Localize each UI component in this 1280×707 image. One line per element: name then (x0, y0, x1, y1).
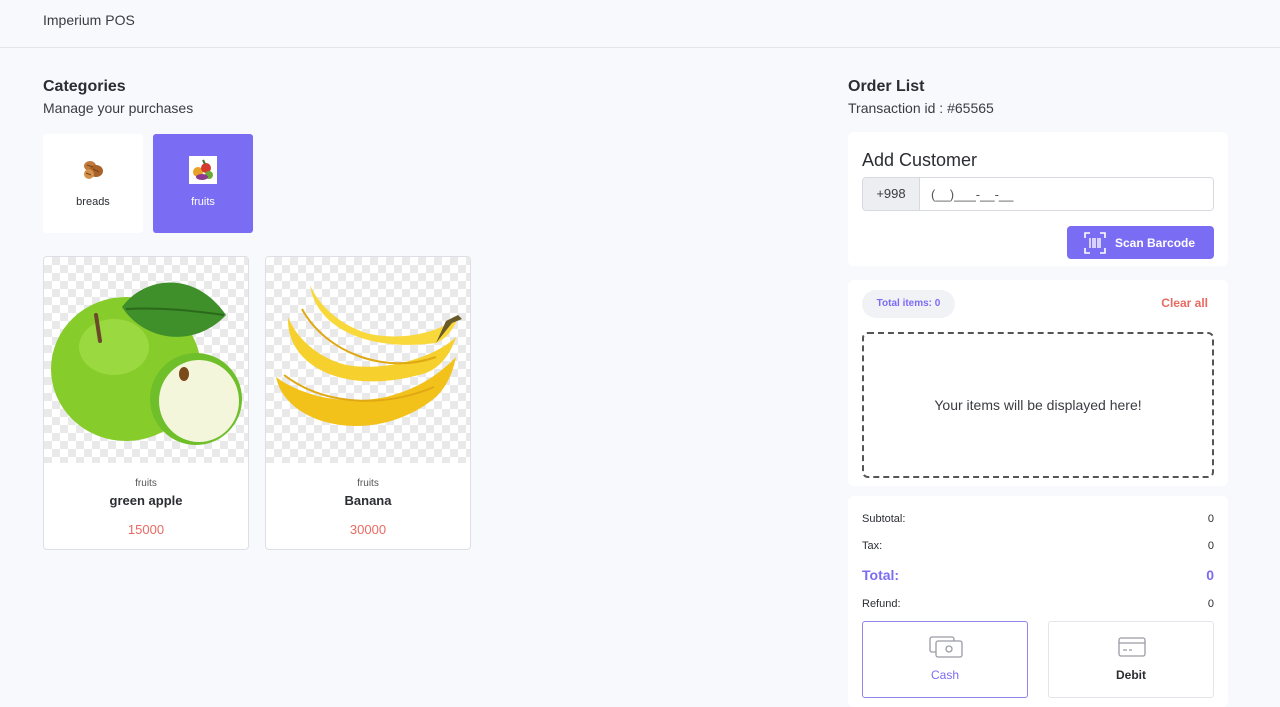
order-list-title: Order List (848, 78, 925, 95)
add-customer-title: Add Customer (862, 150, 978, 170)
total-value: 0 (1206, 567, 1214, 583)
debit-label: Debit (1116, 668, 1146, 682)
fruits-icon (189, 156, 217, 184)
tax-value: 0 (1207, 540, 1214, 552)
product-card-banana[interactable]: fruits Banana 30000 (265, 256, 471, 550)
refund-value: 0 (1207, 598, 1214, 610)
cash-payment-button[interactable]: Cash (862, 621, 1028, 698)
tax-row: Tax: 0 (862, 540, 1214, 552)
categories-title: Categories (43, 78, 126, 95)
totals-panel: Subtotal: 0 Tax: 0 Total: 0 Refund: 0 Ca… (848, 496, 1228, 707)
product-price: 30000 (349, 522, 387, 537)
category-fruits[interactable]: fruits (153, 134, 253, 233)
top-bar: Imperium POS (0, 0, 1280, 48)
categories-subtitle: Manage your purchases (43, 100, 194, 116)
product-category: fruits (357, 478, 379, 489)
product-name: green apple (109, 493, 183, 508)
subtotal-label: Subtotal: (862, 513, 906, 525)
transaction-id: Transaction id : #65565 (848, 100, 994, 116)
category-label: fruits (191, 196, 215, 208)
bread-icon (84, 161, 103, 179)
banana-image (276, 285, 462, 426)
empty-items-text: Your items will be displayed here! (934, 397, 1142, 413)
scan-barcode-label: Scan Barcode (1115, 236, 1196, 250)
cash-icon (929, 636, 963, 658)
items-empty-placeholder: Your items will be displayed here! (862, 332, 1214, 478)
customer-panel: Add Customer +998 Scan Barcode (848, 132, 1228, 266)
cash-label: Cash (930, 668, 959, 682)
items-panel: Total items: 0 Clear all Your items will… (848, 280, 1228, 486)
total-row: Total: 0 (862, 567, 1214, 583)
category-breads[interactable]: breads (43, 134, 143, 233)
debit-payment-button[interactable]: Debit (1048, 621, 1214, 698)
total-items-badge: Total items: 0 (862, 290, 955, 318)
tax-label: Tax: (862, 540, 883, 552)
product-image (44, 257, 248, 463)
product-image (266, 257, 470, 463)
product-name: Banana (344, 493, 392, 508)
clear-all-button[interactable]: Clear all (1161, 296, 1208, 310)
refund-row: Refund: 0 (862, 598, 1214, 610)
scan-barcode-button[interactable]: Scan Barcode (1067, 226, 1214, 259)
product-price: 15000 (127, 522, 165, 537)
app-title: Imperium POS (43, 12, 135, 28)
phone-input[interactable] (920, 178, 1213, 210)
total-label: Total: (862, 567, 900, 583)
green-apple-image (51, 282, 242, 445)
subtotal-value: 0 (1207, 513, 1214, 525)
category-label: breads (76, 196, 110, 208)
phone-field-group: +998 (862, 177, 1214, 211)
phone-prefix: +998 (863, 178, 920, 210)
product-category: fruits (135, 478, 157, 489)
barcode-icon (1084, 232, 1106, 254)
subtotal-row: Subtotal: 0 (862, 513, 1214, 525)
card-icon (1118, 637, 1146, 657)
refund-label: Refund: (862, 598, 901, 610)
product-card-green-apple[interactable]: fruits green apple 15000 (43, 256, 249, 550)
